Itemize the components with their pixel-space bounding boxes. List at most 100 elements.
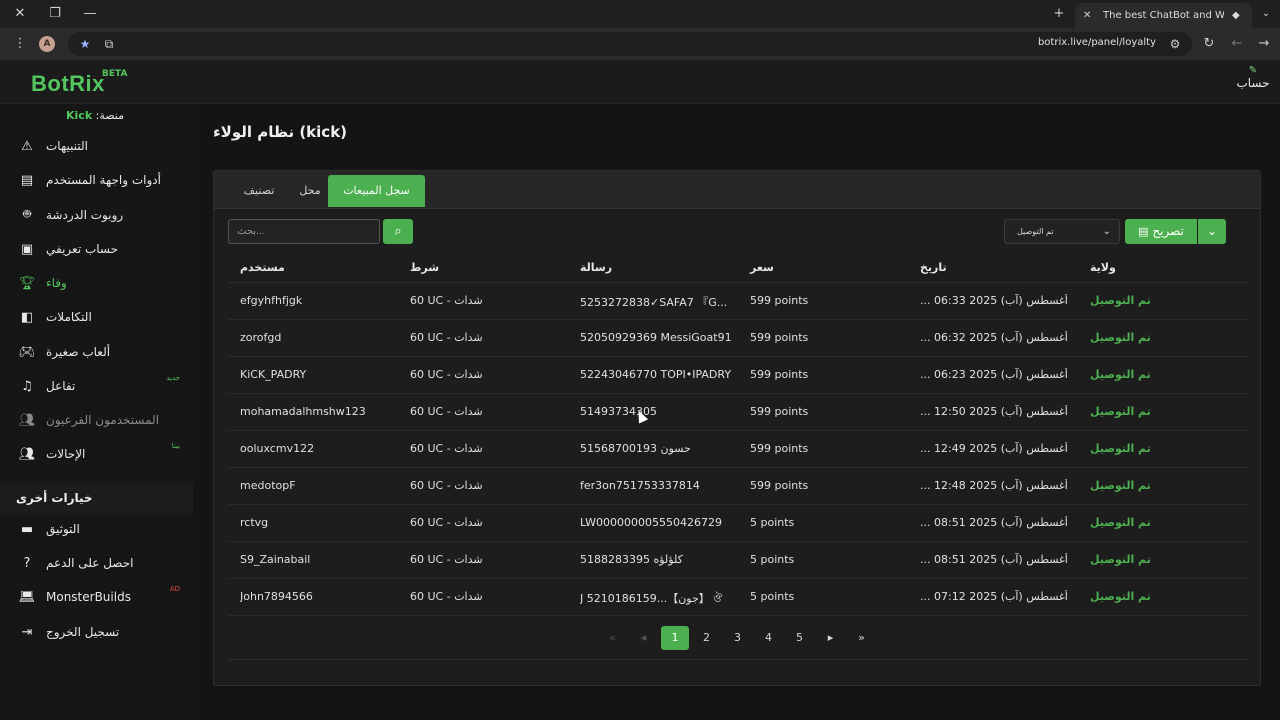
sidebar-item-minigames[interactable]: 🎮︎ ألعاب صغيرة: [18, 336, 190, 368]
page-button-4[interactable]: 4: [753, 626, 784, 650]
address-bar[interactable]: ★ ⧉ botrix.live/panel/loyalty ⚙: [68, 32, 1192, 56]
page-button-2[interactable]: 2: [691, 626, 722, 650]
new-tab-icon[interactable]: +: [1049, 4, 1069, 24]
search-input[interactable]: [228, 219, 380, 244]
export-dropdown-button[interactable]: ⌄: [1198, 219, 1226, 244]
divider: [228, 659, 1248, 660]
browser-tab[interactable]: ✕ The best ChatBot and Widgets ◆: [1075, 3, 1252, 28]
tab-search-icon[interactable]: ⌄: [1256, 4, 1276, 24]
chevron-down-icon: ⌄: [1102, 226, 1111, 237]
file-icon: ▤: [1138, 225, 1149, 238]
top-navbar: BotRix BETA ✎ حساب: [0, 60, 1280, 104]
page-button-1[interactable]: 1: [661, 626, 689, 650]
column-header-date[interactable]: تاريخ: [920, 261, 1090, 274]
site-settings-icon[interactable]: ⚙: [1166, 35, 1184, 53]
tab-ranking[interactable]: تصنيف: [228, 175, 290, 207]
table-row[interactable]: rctvg 60 UC - شدات LW000000005550426729 …: [228, 505, 1248, 542]
cell-message: 52050929369 MessiGoat91: [580, 331, 732, 344]
menu-dots-icon[interactable]: ⋮: [10, 34, 30, 54]
sidebar-item-logout[interactable]: ⇥ تسجيل الخروج: [18, 616, 190, 648]
column-header-condition[interactable]: شرط: [410, 261, 570, 274]
cell-message: LW000000005550426729: [580, 516, 722, 529]
cell-message: 5188283395 كلؤلؤه: [580, 553, 683, 566]
cell-price: 599 points: [750, 405, 809, 418]
widgets-icon: ▤: [20, 172, 34, 188]
minimize-window-icon[interactable]: —: [80, 4, 100, 24]
music-icon: ♫: [21, 378, 33, 394]
account-menu[interactable]: ✎ حساب: [1233, 64, 1273, 90]
bookmark-star-icon[interactable]: ★: [76, 35, 94, 53]
cell-date: ... أغسطس (آب) 2025 12:50: [920, 405, 1068, 418]
sidebar-item-label: حساب تعريفي: [46, 242, 119, 256]
cell-user: rctvg: [240, 516, 269, 529]
first-page-icon[interactable]: «: [597, 626, 628, 650]
table-row[interactable]: efgyhfhfjgk 60 UC - شدات 5253272838✓SAFA…: [228, 283, 1248, 320]
table-row[interactable]: medotopF 60 UC - شدات fer3on751753337814…: [228, 468, 1248, 505]
sidebar-item-integrations[interactable]: ◧ التكاملات: [18, 301, 190, 333]
cell-condition: 60 UC - شدات: [410, 553, 483, 566]
export-button[interactable]: ▤ تصريح: [1125, 219, 1197, 244]
next-page-icon[interactable]: ▸: [815, 626, 846, 650]
ad-badge: AD: [169, 585, 180, 593]
back-arrow-icon[interactable]: ←: [1227, 34, 1247, 54]
sidebar-item-label: أدوات واجهة المستخدم: [46, 173, 161, 187]
table-row[interactable]: John7894566 60 UC - شدات J 5210186159...…: [228, 579, 1248, 616]
cell-price: 5 points: [750, 516, 795, 529]
column-header-price[interactable]: سعر: [750, 261, 910, 274]
gamepad-icon: 🎮︎: [18, 344, 36, 360]
sidebar-item-label: تفاعل: [46, 379, 76, 393]
column-header-message[interactable]: رسالة: [580, 261, 740, 274]
sidebar-item-loyalty[interactable]: 🏆︎ وفاء: [18, 267, 190, 299]
sidebar-item-monsterbuilds[interactable]: 💻︎ MonsterBuilds AD: [18, 581, 190, 613]
column-header-user[interactable]: مستخدم: [240, 261, 400, 274]
section-header-other: خيارات أخرى: [0, 483, 193, 513]
cell-user: mohamadalhmshw123: [240, 405, 366, 418]
integration-icon: ◧: [20, 309, 34, 325]
tab-sales-log[interactable]: سجل المبيعات: [328, 175, 425, 207]
sidebar-item-label: وفاء: [46, 276, 67, 290]
table-row[interactable]: mohamadalhmshw123 60 UC - شدات 514937343…: [228, 394, 1248, 431]
cell-price: 599 points: [750, 479, 809, 492]
sidebar-item-docs[interactable]: ▬ التوثيق: [18, 513, 190, 545]
sidebar-item-label: احصل على الدعم: [46, 556, 134, 570]
trophy-icon: 🏆︎: [18, 275, 36, 291]
table-row[interactable]: S9_Zainabail 60 UC - شدات 5188283395 كلؤ…: [228, 542, 1248, 579]
sidebar-item-chatbot[interactable]: 🤖︎ روبوت الدردشة: [18, 199, 190, 231]
table-header: مستخدم شرط رسالة سعر تاريخ ولاية: [228, 253, 1248, 283]
cell-date: ... أغسطس (آب) 2025 06:33: [920, 294, 1068, 307]
table-row[interactable]: zorofgd 60 UC - شدات 52050929369 MessiGo…: [228, 320, 1248, 357]
sidebar-item-label: المستخدمون الفرعيون: [46, 413, 160, 427]
export-label: تصريح: [1152, 224, 1184, 238]
cell-message: J 5210186159...【جون】 ঔ: [580, 592, 723, 605]
translate-icon[interactable]: ⧉: [100, 35, 118, 53]
sidebar-item-profile[interactable]: ▣ حساب تعريفي: [18, 233, 190, 265]
table-row[interactable]: ooluxcmv122 60 UC - شدات 51568700193 حسو…: [228, 431, 1248, 468]
forward-arrow-icon[interactable]: →: [1254, 34, 1274, 54]
close-window-icon[interactable]: ✕: [10, 4, 30, 24]
status-filter-select[interactable]: تم التوصيل ⌄: [1004, 219, 1120, 244]
sidebar-item-label: التكاملات: [46, 310, 92, 324]
cell-message: 5253272838✓SAFA7 『G...: [580, 296, 728, 309]
tab-shop[interactable]: محل: [290, 175, 330, 207]
table-row[interactable]: KiCK_PADRY 60 UC - شدات 52243046770 TOPI…: [228, 357, 1248, 394]
sidebar-item-interaction[interactable]: ♫ تفاعل جديد: [18, 370, 190, 402]
page-button-3[interactable]: 3: [722, 626, 753, 650]
reload-icon[interactable]: ↻: [1199, 34, 1219, 54]
tab-close-icon[interactable]: ✕: [1083, 10, 1095, 22]
cell-message: fer3on751753337814: [580, 479, 700, 492]
logo[interactable]: BotRix: [31, 71, 105, 97]
sidebar-item-alerts[interactable]: ⚠ التنبيهات: [18, 130, 190, 162]
prev-page-icon[interactable]: ◂: [628, 626, 659, 650]
last-page-icon[interactable]: »: [846, 626, 877, 650]
cell-status: تم التوصيل: [1090, 368, 1151, 381]
sidebar-item-referrals[interactable]: 👥︎ الإحالات بيتا: [18, 438, 190, 470]
cell-date: ... أغسطس (آب) 2025 06:32: [920, 331, 1068, 344]
column-header-status[interactable]: ولاية: [1090, 261, 1240, 274]
profile-avatar[interactable]: A: [39, 36, 55, 52]
restore-window-icon[interactable]: ❐: [45, 4, 65, 24]
search-button[interactable]: ⌕: [383, 219, 413, 244]
sidebar-item-widgets[interactable]: ▤ أدوات واجهة المستخدم: [18, 164, 190, 196]
page-button-5[interactable]: 5: [784, 626, 815, 650]
laptop-icon: 💻︎: [18, 589, 36, 605]
sidebar-item-support[interactable]: ? احصل على الدعم: [18, 547, 190, 579]
